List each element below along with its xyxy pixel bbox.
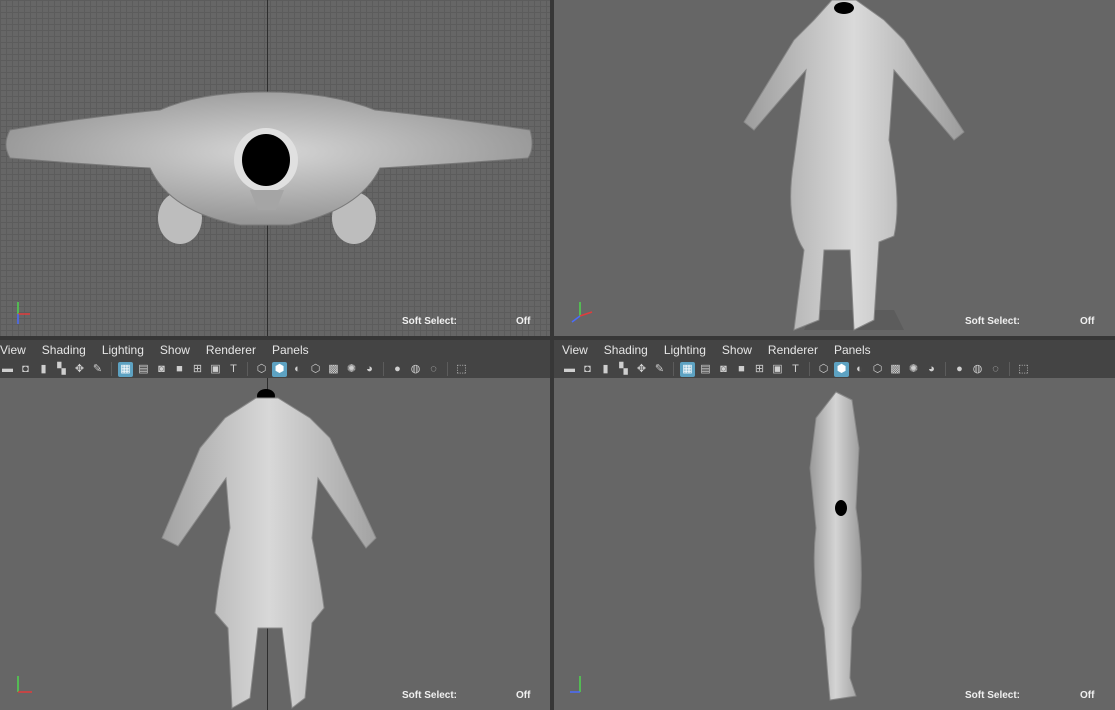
viewport-top[interactable]: Soft Select: Off bbox=[0, 0, 550, 336]
model-side-view[interactable] bbox=[554, 378, 1115, 710]
grid-icon[interactable]: ▦ bbox=[680, 361, 695, 377]
2d-pan-zoom-icon[interactable]: ✥ bbox=[634, 362, 649, 377]
menu-show[interactable]: Show bbox=[160, 343, 190, 357]
soft-select-label: Soft Select: bbox=[965, 690, 1021, 701]
wireframe-on-shaded-icon[interactable]: ⬡ bbox=[308, 362, 323, 377]
resolution-gate-icon[interactable]: ◙ bbox=[716, 362, 731, 377]
gate-mask-icon[interactable]: ■ bbox=[172, 362, 187, 377]
pane-divider-vertical[interactable] bbox=[550, 0, 554, 710]
default-material-icon[interactable]: ◐ bbox=[852, 362, 867, 377]
anti-aliasing-icon[interactable]: ◌ bbox=[988, 362, 1003, 377]
isolate-select-icon[interactable]: ⬚ bbox=[454, 362, 469, 377]
bookmark-icon[interactable]: ▮ bbox=[598, 362, 613, 377]
axis-gizmo bbox=[17, 676, 32, 693]
soft-select-label: Soft Select: bbox=[402, 690, 458, 701]
menu-lighting[interactable]: Lighting bbox=[664, 343, 706, 357]
model-front-view[interactable] bbox=[0, 378, 550, 710]
camera-attributes-icon[interactable]: ◘ bbox=[580, 362, 595, 377]
soft-select-label: Soft Select: bbox=[402, 316, 458, 327]
camera-icon[interactable]: ▬ bbox=[0, 362, 15, 377]
grid-icon[interactable]: ▦ bbox=[118, 361, 133, 377]
shadows-icon[interactable]: ◕ bbox=[924, 362, 939, 377]
viewport-persp[interactable]: Soft Select: Off bbox=[554, 0, 1115, 336]
wireframe-icon[interactable]: ⬡ bbox=[816, 362, 831, 377]
menu-panels[interactable]: Panels bbox=[834, 343, 871, 357]
menu-panels[interactable]: Panels bbox=[272, 343, 309, 357]
anti-aliasing-icon[interactable]: ◌ bbox=[426, 362, 441, 377]
grease-pencil-icon[interactable]: ✎ bbox=[90, 362, 105, 377]
axis-gizmo bbox=[570, 676, 581, 693]
viewport-side[interactable]: View Shading Lighting Show Renderer Pane… bbox=[554, 340, 1115, 710]
menu-shading[interactable]: Shading bbox=[42, 343, 86, 357]
panel-menubar: View Shading Lighting Show Renderer Pane… bbox=[562, 340, 1115, 360]
menu-show[interactable]: Show bbox=[722, 343, 752, 357]
shadows-icon[interactable]: ◕ bbox=[362, 362, 377, 377]
pane-divider-horizontal[interactable] bbox=[0, 336, 1115, 340]
textured-icon[interactable]: ▩ bbox=[888, 362, 903, 377]
soft-select-value: Off bbox=[516, 316, 531, 327]
menu-renderer[interactable]: Renderer bbox=[206, 343, 256, 357]
bookmark-icon[interactable]: ▮ bbox=[36, 362, 51, 377]
film-gate-icon[interactable]: ▤ bbox=[136, 362, 151, 377]
safe-title-icon[interactable]: T bbox=[788, 362, 803, 377]
viewport-canvas[interactable]: Soft Select: Off bbox=[0, 0, 550, 336]
menu-shading[interactable]: Shading bbox=[604, 343, 648, 357]
gate-mask-icon[interactable]: ■ bbox=[734, 362, 749, 377]
soft-select-value: Off bbox=[516, 690, 531, 701]
menu-view[interactable]: View bbox=[0, 343, 26, 357]
panel-toolbar: ▬ ◘ ▮ ▚ ✥ ✎ ▦ ▤ ◙ ■ ⊞ ▣ T ⬡ ⬢ ◐ ⬡ ▩ ✺ ◕ … bbox=[562, 360, 1115, 378]
model-persp-view[interactable] bbox=[554, 0, 1115, 336]
ambient-occlusion-icon[interactable]: ● bbox=[952, 362, 967, 377]
motion-blur-icon[interactable]: ◍ bbox=[408, 362, 423, 377]
motion-blur-icon[interactable]: ◍ bbox=[970, 362, 985, 377]
smooth-shade-icon[interactable]: ⬢ bbox=[834, 361, 849, 377]
panel-toolbar: ▬ ◘ ▮ ▚ ✥ ✎ ▦ ▤ ◙ ■ ⊞ ▣ T ⬡ ⬢ ◐ ⬡ ▩ ✺ ◕ … bbox=[0, 360, 550, 378]
field-chart-icon[interactable]: ⊞ bbox=[190, 362, 205, 377]
use-all-lights-icon[interactable]: ✺ bbox=[906, 362, 921, 377]
axis-gizmo bbox=[571, 302, 593, 323]
default-material-icon[interactable]: ◐ bbox=[290, 362, 305, 377]
image-plane-icon[interactable]: ▚ bbox=[616, 362, 631, 377]
menu-view[interactable]: View bbox=[562, 343, 588, 357]
camera-icon[interactable]: ▬ bbox=[562, 362, 577, 377]
use-all-lights-icon[interactable]: ✺ bbox=[344, 362, 359, 377]
camera-attributes-icon[interactable]: ◘ bbox=[18, 362, 33, 377]
menu-lighting[interactable]: Lighting bbox=[102, 343, 144, 357]
2d-pan-zoom-icon[interactable]: ✥ bbox=[72, 362, 87, 377]
resolution-gate-icon[interactable]: ◙ bbox=[154, 362, 169, 377]
safe-action-icon[interactable]: ▣ bbox=[208, 362, 223, 377]
textured-icon[interactable]: ▩ bbox=[326, 362, 341, 377]
smooth-shade-icon[interactable]: ⬢ bbox=[272, 361, 287, 377]
soft-select-value: Off bbox=[1080, 316, 1095, 327]
soft-select-value: Off bbox=[1080, 690, 1095, 701]
model-top-view[interactable] bbox=[0, 0, 550, 336]
viewport-canvas[interactable]: Soft Select: Off bbox=[0, 378, 550, 710]
safe-title-icon[interactable]: T bbox=[226, 362, 241, 377]
grease-pencil-icon[interactable]: ✎ bbox=[652, 362, 667, 377]
safe-action-icon[interactable]: ▣ bbox=[770, 362, 785, 377]
field-chart-icon[interactable]: ⊞ bbox=[752, 362, 767, 377]
viewport-canvas[interactable]: Soft Select: Off bbox=[554, 0, 1115, 336]
isolate-select-icon[interactable]: ⬚ bbox=[1016, 362, 1031, 377]
panel-menubar: View Shading Lighting Show Renderer Pane… bbox=[0, 340, 550, 360]
viewport-front[interactable]: View Shading Lighting Show Renderer Pane… bbox=[0, 340, 550, 710]
wireframe-icon[interactable]: ⬡ bbox=[254, 362, 269, 377]
wireframe-on-shaded-icon[interactable]: ⬡ bbox=[870, 362, 885, 377]
soft-select-label: Soft Select: bbox=[965, 316, 1021, 327]
axis-gizmo bbox=[17, 302, 30, 324]
menu-renderer[interactable]: Renderer bbox=[768, 343, 818, 357]
ambient-occlusion-icon[interactable]: ● bbox=[390, 362, 405, 377]
viewport-canvas[interactable]: Soft Select: Off bbox=[554, 378, 1115, 710]
image-plane-icon[interactable]: ▚ bbox=[54, 362, 69, 377]
film-gate-icon[interactable]: ▤ bbox=[698, 362, 713, 377]
